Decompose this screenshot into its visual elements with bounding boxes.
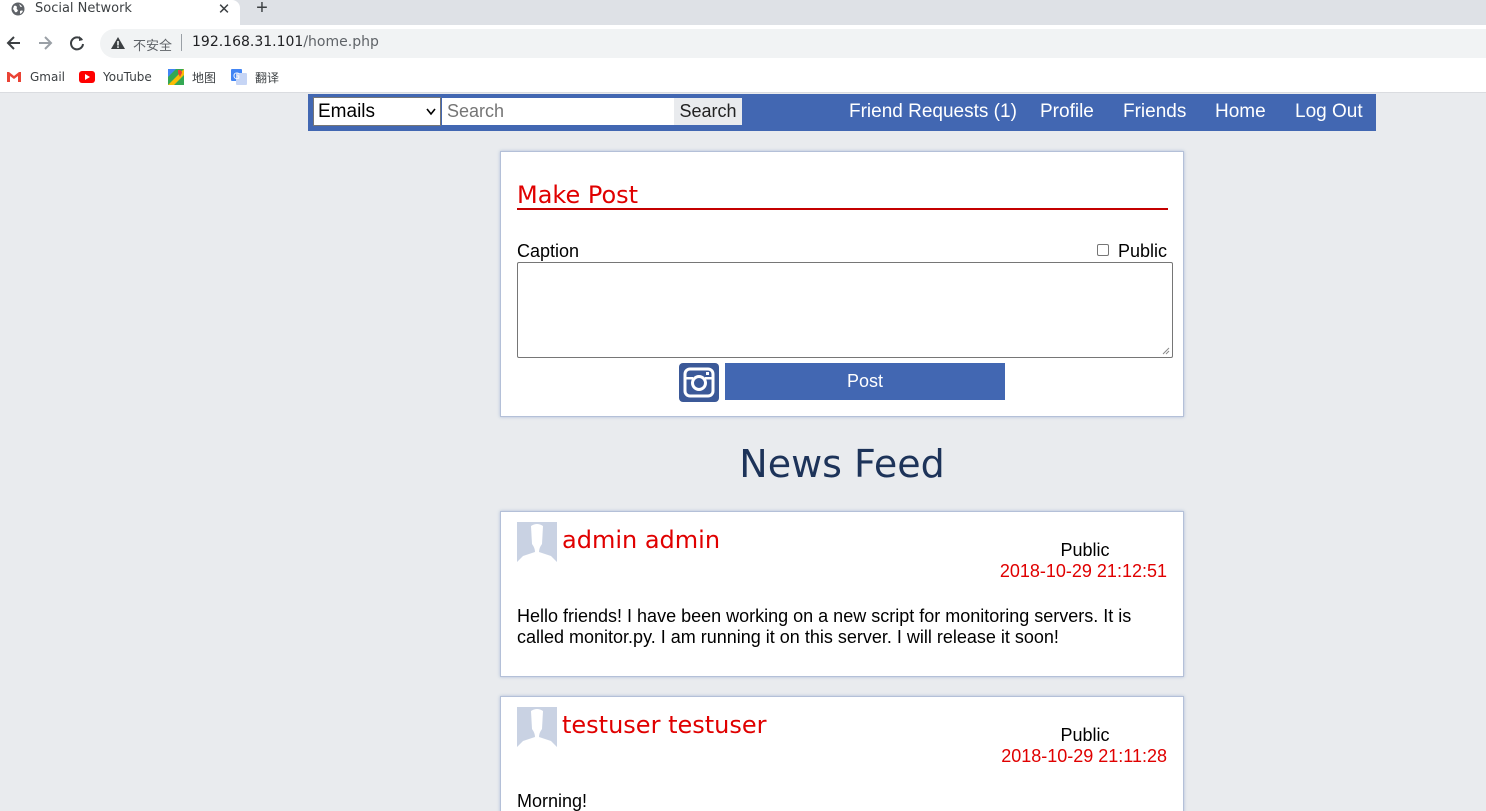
nav-friend-requests[interactable]: Friend Requests (1) <box>849 101 1017 123</box>
maps-icon <box>168 69 184 85</box>
post-card: admin admin Public 2018-10-29 21:12:51 H… <box>500 511 1184 677</box>
resize-grip-icon[interactable] <box>1162 347 1170 355</box>
bookmark-label: 地图 <box>192 70 217 85</box>
news-feed-title: News Feed <box>739 442 945 486</box>
bookmark-youtube[interactable]: YouTube <box>79 68 152 86</box>
back-arrow-icon[interactable] <box>3 32 25 54</box>
insecure-label: 不安全 <box>133 39 173 54</box>
youtube-icon <box>79 71 95 83</box>
public-label: Public <box>1118 241 1168 261</box>
post-button[interactable]: Post <box>725 363 1005 400</box>
nav-profile[interactable]: Profile <box>1040 101 1094 123</box>
public-checkbox[interactable] <box>1097 244 1109 256</box>
bookmark-translate[interactable]: G 翻译 <box>231 68 279 86</box>
caption-textarea[interactable] <box>517 262 1173 358</box>
close-tab-icon[interactable]: ✕ <box>216 0 232 18</box>
avatar-placeholder-icon[interactable] <box>517 522 557 562</box>
forward-arrow-icon[interactable] <box>34 32 56 54</box>
make-post-title: Make Post <box>517 181 639 209</box>
post-visibility: Public <box>1060 725 1110 745</box>
search-type-value: Emails <box>318 101 376 122</box>
search-button[interactable]: Search <box>674 98 742 125</box>
post-author[interactable]: testuser testuser <box>562 711 767 739</box>
bookmark-label: YouTube <box>103 70 152 84</box>
caption-label: Caption <box>517 241 580 261</box>
reload-icon[interactable] <box>66 32 88 54</box>
post-body: Hello friends! I have been working on a … <box>517 606 1132 647</box>
browser-tab[interactable]: Social Network ✕ <box>0 0 240 25</box>
search-type-select[interactable]: Emails <box>313 97 441 126</box>
search-input[interactable] <box>442 98 674 125</box>
post-timestamp: 2018-10-29 21:11:28 <box>1001 746 1167 766</box>
nav-friends[interactable]: Friends <box>1123 101 1186 123</box>
warning-icon <box>111 37 125 49</box>
new-tab-icon[interactable]: + <box>252 0 272 20</box>
url-separator <box>181 34 182 51</box>
bookmarks-bar: Gmail YouTube 地图 G 翻译 <box>0 62 1486 93</box>
url-path: /home.php <box>303 34 379 50</box>
globe-icon <box>11 2 25 16</box>
post-body: Morning! <box>517 791 588 811</box>
svg-text:G: G <box>233 72 240 82</box>
browser-tabstrip: Social Network ✕ + <box>0 0 1486 25</box>
title-divider <box>517 208 1168 210</box>
post-card: testuser testuser Public 2018-10-29 21:1… <box>500 696 1184 811</box>
instagram-camera-icon[interactable] <box>679 363 719 402</box>
translate-icon: G <box>231 69 247 85</box>
bookmark-label: 翻译 <box>255 70 280 85</box>
nav-home[interactable]: Home <box>1215 101 1266 123</box>
nav-logout[interactable]: Log Out <box>1295 101 1363 123</box>
post-visibility: Public <box>1060 540 1110 560</box>
post-author[interactable]: admin admin <box>562 526 720 554</box>
url-host: 192.168.31.101 <box>192 34 304 50</box>
tab-title: Social Network <box>35 1 132 16</box>
bookmark-gmail[interactable]: Gmail <box>6 68 65 86</box>
gmail-icon <box>7 72 21 82</box>
make-post-card: Make Post Caption Public Post <box>500 151 1184 417</box>
url-text[interactable]: 192.168.31.101/home.php <box>192 34 379 50</box>
post-timestamp: 2018-10-29 21:12:51 <box>999 561 1167 581</box>
bookmark-label: Gmail <box>30 70 66 84</box>
chevron-down-icon <box>426 108 436 116</box>
avatar-placeholder-icon[interactable] <box>517 707 557 747</box>
bookmark-maps[interactable]: 地图 <box>168 68 216 86</box>
